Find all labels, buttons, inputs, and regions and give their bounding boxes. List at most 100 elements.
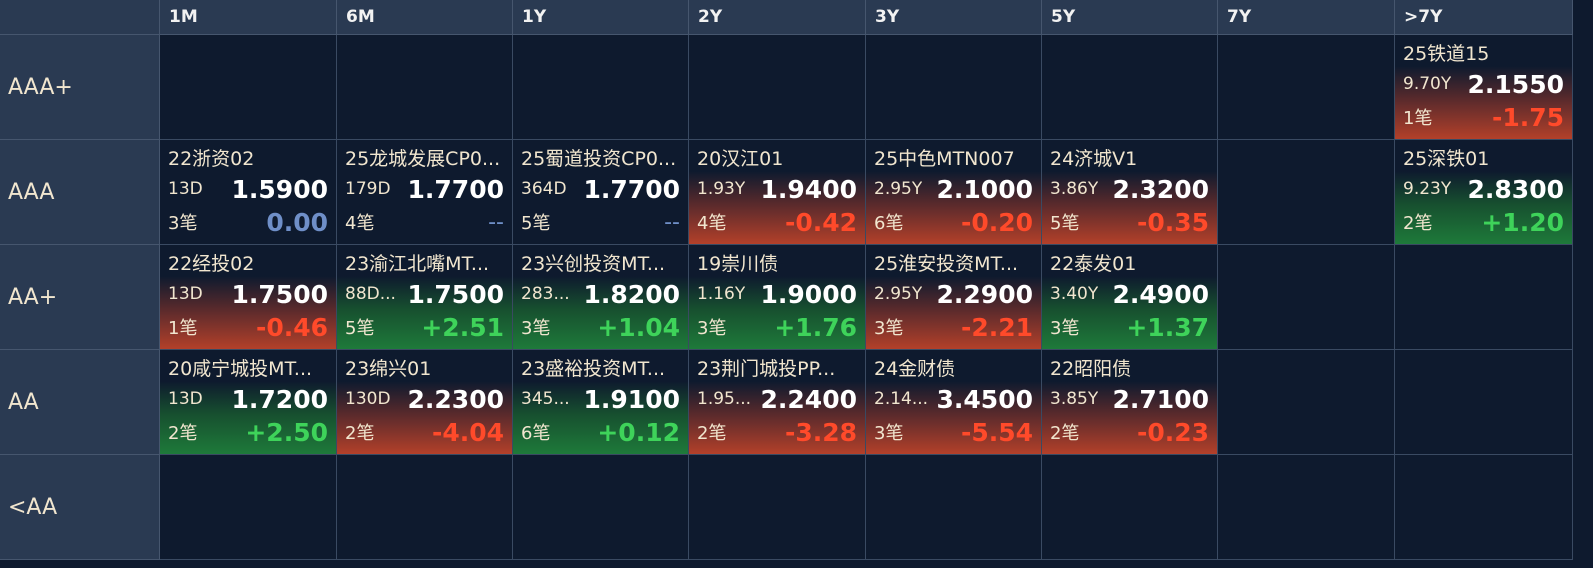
bond-name: 19崇川债 xyxy=(697,253,779,275)
bond-card[interactable]: 20汉江01 1.93Y 1.9400 4笔 -0.42 xyxy=(689,140,865,244)
bond-yield: 1.7500 xyxy=(231,279,328,309)
column-header[interactable]: 5Y xyxy=(1042,0,1218,35)
row-header[interactable]: AA+ xyxy=(0,245,160,350)
column-header[interactable]: 6M xyxy=(337,0,513,35)
matrix-cell xyxy=(1042,455,1218,560)
bond-card[interactable]: 24金财债 2.14... 3.4500 3笔 -5.54 xyxy=(866,350,1041,454)
yield-change: -- xyxy=(488,209,504,235)
bond-card[interactable]: 23渝江北嘴MT... 88D... 1.7500 5笔 +2.51 xyxy=(337,245,512,349)
trade-count: 3笔 xyxy=(697,318,727,339)
matrix-cell[interactable]: 23渝江北嘴MT... 88D... 1.7500 5笔 +2.51 xyxy=(337,245,513,350)
matrix-cell[interactable]: 23荆门城投PP... 1.95... 2.2400 2笔 -3.28 xyxy=(689,350,866,455)
bond-term: 3.86Y xyxy=(1050,179,1099,199)
rating-tenor-matrix: 1M 6M 1Y 2Y 3Y 5Y 7Y >7Y AAA+ 25铁道15 9.70Y 2.1550 1笔… xyxy=(0,0,1593,568)
matrix-cell[interactable]: 24济城V1 3.86Y 2.3200 5笔 -0.35 xyxy=(1042,140,1218,245)
bond-card[interactable]: 25深铁01 9.23Y 2.8300 2笔 +1.20 xyxy=(1395,140,1572,244)
bond-quote-row: 364D 1.7700 xyxy=(521,172,680,206)
bond-yield: 3.4500 xyxy=(936,384,1033,414)
bond-card[interactable]: 24济城V1 3.86Y 2.3200 5笔 -0.35 xyxy=(1042,140,1217,244)
column-header[interactable]: 7Y xyxy=(1218,0,1395,35)
bond-name: 23兴创投资MT... xyxy=(521,253,666,275)
bond-quote-row: 130D 2.2300 xyxy=(345,382,504,416)
matrix-cell[interactable]: 22泰发01 3.40Y 2.4900 3笔 +1.37 xyxy=(1042,245,1218,350)
trade-count: 2笔 xyxy=(697,423,727,444)
bond-card[interactable]: 25铁道15 9.70Y 2.1550 1笔 -1.75 xyxy=(1395,35,1572,139)
yield-change: +2.51 xyxy=(421,312,504,342)
trade-count: 5笔 xyxy=(1050,213,1080,234)
bond-quote-row: 345... 1.9100 xyxy=(521,382,680,416)
matrix-cell[interactable]: 22经投02 13D 1.7500 1笔 -0.46 xyxy=(160,245,337,350)
bond-name: 23绵兴01 xyxy=(345,358,432,380)
bond-card[interactable]: 23荆门城投PP... 1.95... 2.2400 2笔 -3.28 xyxy=(689,350,865,454)
bond-card[interactable]: 23盛裕投资MT... 345... 1.9100 6笔 +0.12 xyxy=(513,350,688,454)
bond-trade-row: 3笔 +1.76 xyxy=(697,311,857,343)
bond-quote-row: 13D 1.7200 xyxy=(168,382,328,416)
bond-trade-row: 2笔 -3.28 xyxy=(697,416,857,448)
bond-term: 9.23Y xyxy=(1403,179,1452,199)
column-header[interactable]: 3Y xyxy=(866,0,1042,35)
yield-change: -0.46 xyxy=(255,312,328,342)
bond-trade-row: 6笔 -0.20 xyxy=(874,206,1033,238)
bond-card[interactable]: 23绵兴01 130D 2.2300 2笔 -4.04 xyxy=(337,350,512,454)
column-header[interactable]: 2Y xyxy=(689,0,866,35)
matrix-cell[interactable]: 25龙城发展CP0... 179D 1.7700 4笔 -- xyxy=(337,140,513,245)
bond-card[interactable]: 25蜀道投资CP0... 364D 1.7700 5笔 -- xyxy=(513,140,688,244)
bond-name: 20汉江01 xyxy=(697,148,784,170)
bond-quote-row: 2.14... 3.4500 xyxy=(874,382,1033,416)
bond-quote-row: 2.95Y 2.1000 xyxy=(874,172,1033,206)
bond-term: 1.93Y xyxy=(697,179,746,199)
matrix-cell xyxy=(1218,455,1395,560)
bond-card[interactable]: 22泰发01 3.40Y 2.4900 3笔 +1.37 xyxy=(1042,245,1217,349)
bond-name: 25铁道15 xyxy=(1403,43,1490,65)
bond-card[interactable]: 25淮安投资MT... 2.95Y 2.2900 3笔 -2.21 xyxy=(866,245,1041,349)
matrix-cell[interactable]: 25中色MTN007 2.95Y 2.1000 6笔 -0.20 xyxy=(866,140,1042,245)
row-header[interactable]: AAA+ xyxy=(0,35,160,140)
bond-quote-row: 1.16Y 1.9000 xyxy=(697,277,857,311)
matrix-cell xyxy=(160,35,337,140)
yield-change: +1.20 xyxy=(1481,207,1564,237)
matrix-cell[interactable]: 25深铁01 9.23Y 2.8300 2笔 +1.20 xyxy=(1395,140,1573,245)
column-header[interactable]: >7Y xyxy=(1395,0,1573,35)
matrix-cell[interactable]: 20咸宁城投MT... 13D 1.7200 2笔 +2.50 xyxy=(160,350,337,455)
column-header[interactable]: 1Y xyxy=(513,0,689,35)
bond-card[interactable]: 25中色MTN007 2.95Y 2.1000 6笔 -0.20 xyxy=(866,140,1041,244)
matrix-cell[interactable]: 20汉江01 1.93Y 1.9400 4笔 -0.42 xyxy=(689,140,866,245)
bond-card[interactable]: 22经投02 13D 1.7500 1笔 -0.46 xyxy=(160,245,336,349)
matrix-cell xyxy=(1218,350,1395,455)
matrix-cell[interactable]: 22昭阳债 3.85Y 2.7100 2笔 -0.23 xyxy=(1042,350,1218,455)
matrix-cell xyxy=(513,35,689,140)
row-header[interactable]: AAA xyxy=(0,140,160,245)
bond-trade-row: 5笔 +2.51 xyxy=(345,311,504,343)
matrix-cell[interactable]: 23兴创投资MT... 283... 1.8200 3笔 +1.04 xyxy=(513,245,689,350)
matrix-cell[interactable]: 23盛裕投资MT... 345... 1.9100 6笔 +0.12 xyxy=(513,350,689,455)
yield-change: +2.50 xyxy=(245,417,328,447)
bond-yield: 1.7200 xyxy=(231,384,328,414)
matrix-cell[interactable]: 25蜀道投资CP0... 364D 1.7700 5笔 -- xyxy=(513,140,689,245)
matrix-cell[interactable]: 25淮安投资MT... 2.95Y 2.2900 3笔 -2.21 xyxy=(866,245,1042,350)
bond-term: 88D... xyxy=(345,284,396,304)
yield-change: -2.21 xyxy=(960,312,1033,342)
bond-card[interactable]: 20咸宁城投MT... 13D 1.7200 2笔 +2.50 xyxy=(160,350,336,454)
bond-yield: 2.3200 xyxy=(1112,174,1209,204)
matrix-cell xyxy=(337,455,513,560)
bond-card[interactable]: 23兴创投资MT... 283... 1.8200 3笔 +1.04 xyxy=(513,245,688,349)
bond-term: 2.14... xyxy=(874,389,929,409)
bond-trade-row: 3笔 -5.54 xyxy=(874,416,1033,448)
bond-card[interactable]: 19崇川债 1.16Y 1.9000 3笔 +1.76 xyxy=(689,245,865,349)
matrix-cell xyxy=(1395,455,1573,560)
bond-card[interactable]: 22昭阳债 3.85Y 2.7100 2笔 -0.23 xyxy=(1042,350,1217,454)
bond-trade-row: 3笔 0.00 xyxy=(168,206,328,238)
column-header[interactable]: 1M xyxy=(160,0,337,35)
bond-card[interactable]: 25龙城发展CP0... 179D 1.7700 4笔 -- xyxy=(337,140,512,244)
row-header[interactable]: AA xyxy=(0,350,160,455)
bond-trade-row: 1笔 -0.46 xyxy=(168,311,328,343)
bond-card[interactable]: 22浙资02 13D 1.5900 3笔 0.00 xyxy=(160,140,336,244)
matrix-cell[interactable]: 19崇川债 1.16Y 1.9000 3笔 +1.76 xyxy=(689,245,866,350)
matrix-cell[interactable]: 25铁道15 9.70Y 2.1550 1笔 -1.75 xyxy=(1395,35,1573,140)
bond-name: 23荆门城投PP... xyxy=(697,358,836,380)
bond-name: 25中色MTN007 xyxy=(874,148,1015,170)
matrix-cell[interactable]: 24金财债 2.14... 3.4500 3笔 -5.54 xyxy=(866,350,1042,455)
matrix-cell[interactable]: 23绵兴01 130D 2.2300 2笔 -4.04 xyxy=(337,350,513,455)
matrix-cell[interactable]: 22浙资02 13D 1.5900 3笔 0.00 xyxy=(160,140,337,245)
row-header[interactable]: <AA xyxy=(0,455,160,560)
